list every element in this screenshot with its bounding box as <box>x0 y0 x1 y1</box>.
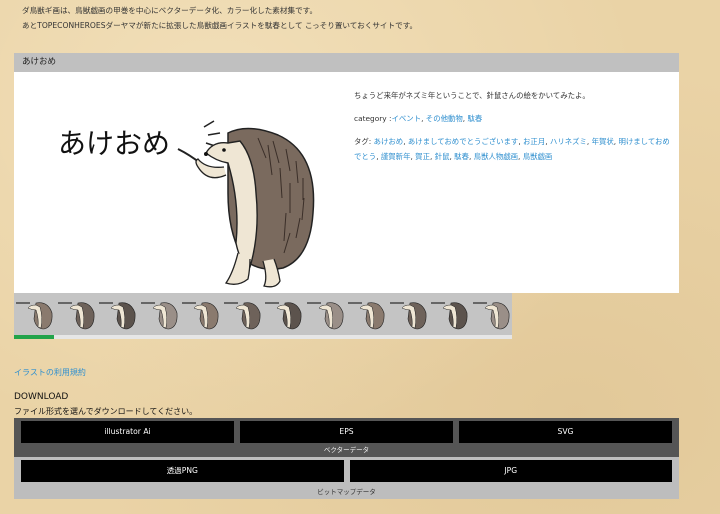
hedgehog-thumb-icon <box>306 302 343 330</box>
art-handwritten-text: あけおめ <box>58 127 170 160</box>
hedgehog-thumb-icon <box>140 302 177 330</box>
site-intro: ダ鳥獣ギ画は、鳥獣戯画の甲巻を中心にベクターデータ化、カラー化した素材集です。 … <box>22 3 417 33</box>
gallery-thumbnail[interactable] <box>471 293 513 335</box>
download-svg-button[interactable]: SVG <box>459 421 672 443</box>
vector-button-row: illustrator Ai EPS SVG <box>14 418 679 443</box>
category-link-event[interactable]: イベント <box>392 114 422 123</box>
post-categories: category :イベント, その他動物, 駄春 <box>354 114 483 123</box>
gallery-thumbnail[interactable] <box>180 293 222 335</box>
tag-link[interactable]: 年賀状 <box>592 137 614 146</box>
download-ai-button[interactable]: illustrator Ai <box>21 421 234 443</box>
gallery-thumbnail[interactable] <box>139 293 181 335</box>
gallery-thumbnail[interactable] <box>263 293 305 335</box>
gallery-progress-bar <box>14 335 512 339</box>
tag-link[interactable]: ハリネズミ <box>550 137 587 146</box>
download-subtitle: ファイル形式を選んでダウンロードしてください。 <box>14 407 198 416</box>
gallery-thumbnail[interactable] <box>305 293 347 335</box>
hedgehog-thumb-icon <box>265 302 302 330</box>
tag-link[interactable]: あけましておめでとうございます <box>408 137 518 146</box>
post-title: あけおめ <box>14 53 679 72</box>
tag-link[interactable]: あけおめ <box>374 137 404 146</box>
thumbnail-strip <box>14 293 512 335</box>
bitmap-data-caption: ビットマップデータ <box>14 485 679 499</box>
tag-link[interactable]: 鳥獣人物戯画 <box>474 152 518 161</box>
gallery-thumbnail[interactable] <box>14 293 56 335</box>
hedgehog-thumb-icon <box>348 302 385 330</box>
tag-link[interactable]: 針鼠 <box>435 152 450 161</box>
gallery-thumbnail[interactable] <box>56 293 98 335</box>
download-png-button[interactable]: 透過PNG <box>21 460 344 482</box>
gallery-progress-fill <box>14 335 54 339</box>
tag-link[interactable]: 駄春 <box>454 152 469 161</box>
gallery-thumbnail[interactable] <box>388 293 430 335</box>
intro-line-1: ダ鳥獣ギ画は、鳥獣戯画の甲巻を中心にベクターデータ化、カラー化した素材集です。 <box>22 6 318 15</box>
hedgehog-thumb-icon <box>182 302 219 330</box>
terms-of-use-link[interactable]: イラストの利用規約 <box>14 367 86 378</box>
download-eps-button[interactable]: EPS <box>240 421 453 443</box>
hedgehog-thumb-icon <box>431 302 468 330</box>
hedgehog-thumb-icon <box>16 302 53 330</box>
hedgehog-thumb-icon <box>389 302 426 330</box>
hedgehog-thumb-icon <box>223 302 260 330</box>
download-box: illustrator Ai EPS SVG ベクターデータ 透過PNG JPG… <box>14 418 679 499</box>
category-link-other-animals[interactable]: その他動物 <box>426 114 463 123</box>
tag-link[interactable]: お正月 <box>523 137 545 146</box>
bitmap-button-row: 透過PNG JPG <box>14 457 679 485</box>
gallery-thumbnail[interactable] <box>222 293 264 335</box>
gallery-thumbnail[interactable] <box>346 293 388 335</box>
hedgehog-thumb-icon <box>99 302 136 330</box>
download-jpg-button[interactable]: JPG <box>349 460 672 482</box>
post-description: ちょうど来年がネズミ年ということで、針鼠さんの絵をかいてみたよ。 categor… <box>354 88 674 172</box>
post-panel: あけおめ あけおめ ちょうど来年がネズミ年ということで、針鼠さんの絵をかいてみた… <box>14 53 679 293</box>
hedgehog-thumb-icon <box>472 302 509 330</box>
tag-link[interactable]: 鳥獣戯画 <box>523 152 553 161</box>
tag-link[interactable]: 賀正 <box>415 152 430 161</box>
post-text: ちょうど来年がネズミ年ということで、針鼠さんの絵をかいてみたよ。 <box>354 91 590 100</box>
tag-link[interactable]: 謹賀新年 <box>381 152 411 161</box>
gallery-thumbnail[interactable] <box>429 293 471 335</box>
post-tags: タグ: あけおめ, あけましておめでとうございます, お正月, ハリネズミ, 年… <box>354 137 670 161</box>
gallery-thumbnail[interactable] <box>97 293 139 335</box>
vector-data-caption: ベクターデータ <box>323 446 370 454</box>
hedgehog-thumb-icon <box>57 302 94 330</box>
category-link-dashun[interactable]: 駄春 <box>467 114 482 123</box>
intro-line-2: あとTOPECONHEROESダーヤマが新たに拡張した鳥獣戯画イラストを駄春とし… <box>22 21 418 30</box>
download-title: DOWNLOAD <box>14 392 69 402</box>
hedgehog-illustration: あけおめ <box>58 120 315 288</box>
